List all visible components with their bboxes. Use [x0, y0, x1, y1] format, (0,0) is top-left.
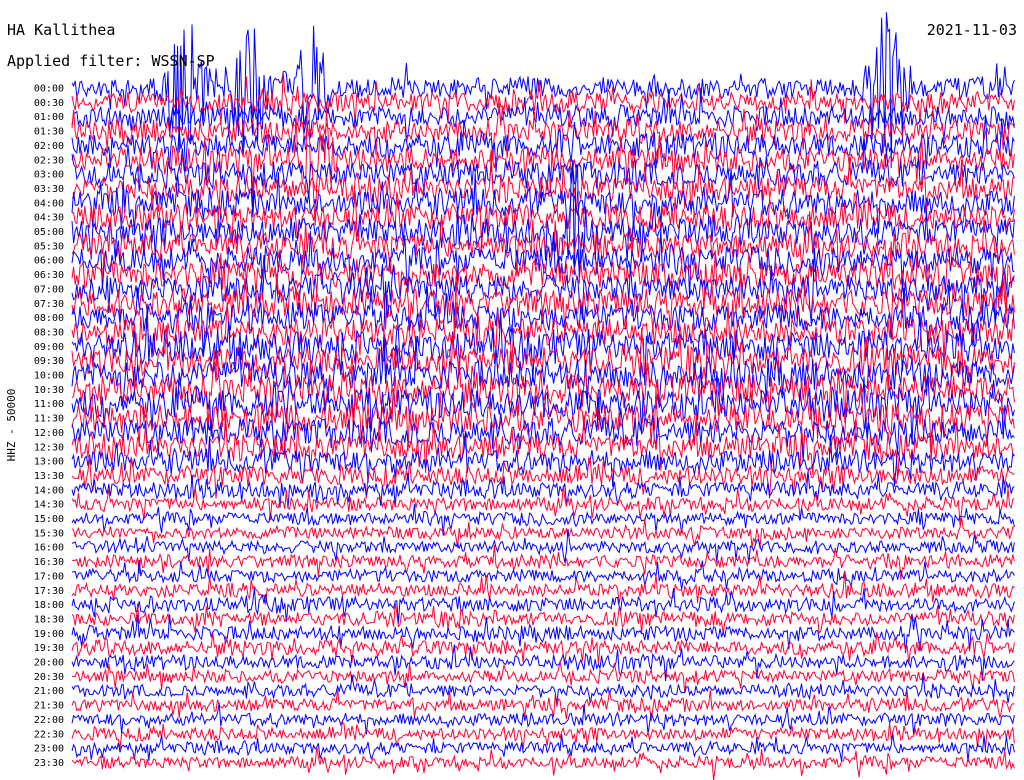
time-tick-label: 18:30 [34, 614, 64, 625]
time-tick-label: 02:30 [34, 155, 64, 166]
filter-label: Applied filter: WSSN-SP [7, 52, 215, 70]
time-tick-label: 16:00 [34, 543, 64, 554]
time-tick-label: 12:30 [34, 442, 64, 453]
time-tick-label: 15:30 [34, 528, 64, 539]
time-tick-label: 23:00 [34, 744, 64, 755]
y-axis-label: HHZ - 50000 [5, 389, 18, 462]
time-tick-label: 16:30 [34, 557, 64, 568]
time-tick-label: 02:00 [34, 141, 64, 152]
time-tick-label: 07:30 [34, 299, 64, 310]
time-tick-label: 18:00 [34, 600, 64, 611]
time-tick-label: 14:00 [34, 485, 64, 496]
time-tick-label: 14:30 [34, 500, 64, 511]
time-tick-label: 06:00 [34, 256, 64, 267]
time-tick-label: 19:00 [34, 629, 64, 640]
time-tick-label: 20:30 [34, 672, 64, 683]
time-tick-label: 06:30 [34, 270, 64, 281]
time-tick-label: 09:30 [34, 356, 64, 367]
time-tick-label: 12:00 [34, 428, 64, 439]
time-tick-label: 22:00 [34, 715, 64, 726]
time-tick-label: 15:00 [34, 514, 64, 525]
time-tick-label: 17:00 [34, 571, 64, 582]
time-tick-label: 10:00 [34, 371, 64, 382]
time-tick-label: 17:30 [34, 586, 64, 597]
time-tick-label: 05:30 [34, 241, 64, 252]
time-tick-label: 19:30 [34, 643, 64, 654]
station-title: HA Kallithea [7, 21, 115, 39]
time-tick-label: 05:00 [34, 227, 64, 238]
date-label: 2021-11-03 [927, 21, 1017, 39]
time-tick-label: 03:30 [34, 184, 64, 195]
time-tick-label: 23:30 [34, 758, 64, 769]
helicorder-chart: HA Kallithea Applied filter: WSSN-SP 202… [0, 0, 1024, 780]
time-tick-label: 07:00 [34, 284, 64, 295]
time-tick-label: 09:00 [34, 342, 64, 353]
time-tick-label: 00:00 [34, 84, 64, 95]
time-tick-label: 01:00 [34, 112, 64, 123]
time-tick-label: 21:00 [34, 686, 64, 697]
time-tick-label: 01:30 [34, 127, 64, 138]
time-tick-label: 11:00 [34, 399, 64, 410]
time-tick-label: 11:30 [34, 414, 64, 425]
time-tick-label: 08:30 [34, 327, 64, 338]
time-tick-label: 04:30 [34, 213, 64, 224]
time-tick-label: 20:00 [34, 658, 64, 669]
time-tick-label: 13:00 [34, 457, 64, 468]
time-tick-label: 22:30 [34, 729, 64, 740]
time-tick-label: 08:00 [34, 313, 64, 324]
time-tick-label: 00:30 [34, 98, 64, 109]
time-tick-label: 21:30 [34, 701, 64, 712]
time-tick-label: 10:30 [34, 385, 64, 396]
time-tick-label: 04:00 [34, 198, 64, 209]
time-tick-label: 13:30 [34, 471, 64, 482]
time-tick-label: 03:00 [34, 170, 64, 181]
